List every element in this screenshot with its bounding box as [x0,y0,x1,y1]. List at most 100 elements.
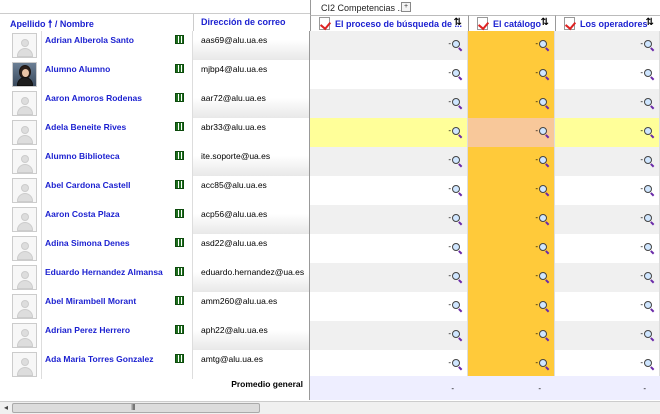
magnifier-icon[interactable] [452,358,460,367]
grade-cell[interactable]: - [310,263,468,292]
grade-cell[interactable]: - [310,31,468,60]
grade-cell[interactable]: - [310,234,468,263]
magnifier-icon[interactable] [452,39,460,48]
grade-cell[interactable]: - [555,263,660,292]
grid-report-icon[interactable] [175,35,184,44]
magnifier-icon[interactable] [539,184,547,193]
grade-cell[interactable]: - [468,118,555,147]
grade-cell[interactable]: - [555,234,660,263]
magnifier-icon[interactable] [452,184,460,193]
grade-cell[interactable]: - [468,60,555,89]
grid-report-icon[interactable] [175,238,184,247]
avatar[interactable] [12,265,37,290]
magnifier-icon[interactable] [539,271,547,280]
grade-cell[interactable]: - [555,60,660,89]
magnifier-icon[interactable] [539,155,547,164]
user-name-link[interactable]: Ada Maria Torres Gonzalez [45,354,153,364]
user-name-link[interactable]: Aaron Amoros Rodenas [45,93,142,103]
magnifier-icon[interactable] [452,300,460,309]
magnifier-icon[interactable] [452,68,460,77]
grade-cell[interactable]: - [468,350,555,379]
magnifier-icon[interactable] [452,271,460,280]
magnifier-icon[interactable] [539,213,547,222]
grade-cell[interactable]: - [310,176,468,205]
user-name-link[interactable]: Abel Mirambell Morant [45,296,136,306]
email-column-header[interactable]: Dirección de correo [201,17,286,27]
magnifier-icon[interactable] [644,213,652,222]
avatar[interactable] [12,323,37,348]
grade-cell[interactable]: - [468,31,555,60]
scrollbar-thumb[interactable]: III [12,403,260,413]
grid-report-icon[interactable] [175,122,184,131]
avatar[interactable] [12,62,37,87]
grid-report-icon[interactable] [175,325,184,334]
grade-cell[interactable]: - [468,147,555,176]
item-link[interactable]: Los operadores [580,19,648,29]
user-name-link[interactable]: Eduardo Hernandez Almansa [45,267,163,277]
magnifier-icon[interactable] [452,329,460,338]
grid-report-icon[interactable] [175,209,184,218]
user-name-link[interactable]: Adela Beneite Rives [45,122,126,132]
sort-icon[interactable]: ⇅ [454,17,462,28]
avatar[interactable] [12,33,37,58]
grade-cell[interactable]: - [468,205,555,234]
magnifier-icon[interactable] [644,184,652,193]
magnifier-icon[interactable] [452,242,460,251]
magnifier-icon[interactable] [452,213,460,222]
grade-cell[interactable]: - [555,89,660,118]
grade-cell[interactable]: - [468,263,555,292]
sort-icon[interactable]: ⇅ [541,17,549,28]
magnifier-icon[interactable] [539,242,547,251]
sort-icon[interactable]: ⇅ [646,17,654,28]
grade-cell[interactable]: - [555,118,660,147]
grid-report-icon[interactable] [175,296,184,305]
magnifier-icon[interactable] [644,97,652,106]
grade-cell[interactable]: - [555,176,660,205]
grade-cell[interactable]: - [468,321,555,350]
scroll-left-icon[interactable]: ◂ [0,402,12,414]
grade-cell[interactable]: - [555,321,660,350]
magnifier-icon[interactable] [644,329,652,338]
checkbox-icon[interactable] [319,17,330,30]
user-name-link[interactable]: Aaron Costa Plaza [45,209,120,219]
grid-report-icon[interactable] [175,180,184,189]
magnifier-icon[interactable] [539,358,547,367]
avatar[interactable] [12,352,37,377]
user-name-link[interactable]: Abel Cardona Castell [45,180,131,190]
avatar[interactable] [12,91,37,116]
grade-cell[interactable]: - [468,292,555,321]
grade-cell[interactable]: - [555,350,660,379]
grade-cell[interactable]: - [310,89,468,118]
grade-cell[interactable]: - [310,118,468,147]
grade-cell[interactable]: - [468,176,555,205]
magnifier-icon[interactable] [539,126,547,135]
grid-report-icon[interactable] [175,267,184,276]
magnifier-icon[interactable] [539,300,547,309]
item-link[interactable]: El proceso de búsqueda de ... [335,19,462,29]
horizontal-scrollbar[interactable]: ◂ III [0,401,660,414]
checkbox-icon[interactable] [477,17,488,30]
grade-cell[interactable]: - [310,321,468,350]
magnifier-icon[interactable] [644,358,652,367]
magnifier-icon[interactable] [539,39,547,48]
grid-report-icon[interactable] [175,354,184,363]
magnifier-icon[interactable] [452,155,460,164]
magnifier-icon[interactable] [539,97,547,106]
user-name-link[interactable]: Alumno Alumno [45,64,110,74]
magnifier-icon[interactable] [644,242,652,251]
grade-cell[interactable]: - [310,292,468,321]
grade-cell[interactable]: - [310,205,468,234]
magnifier-icon[interactable] [644,126,652,135]
grid-report-icon[interactable] [175,64,184,73]
sort-name-link[interactable]: Nombre [60,19,94,29]
item-link[interactable]: El catálogo [493,19,541,29]
user-name-link[interactable]: Adrian Alberola Santo [45,35,134,45]
magnifier-icon[interactable] [452,126,460,135]
magnifier-icon[interactable] [539,68,547,77]
avatar[interactable] [12,178,37,203]
grade-cell[interactable]: - [468,89,555,118]
magnifier-icon[interactable] [644,271,652,280]
user-name-link[interactable]: Adrian Perez Herrero [45,325,130,335]
magnifier-icon[interactable] [644,155,652,164]
avatar[interactable] [12,294,37,319]
